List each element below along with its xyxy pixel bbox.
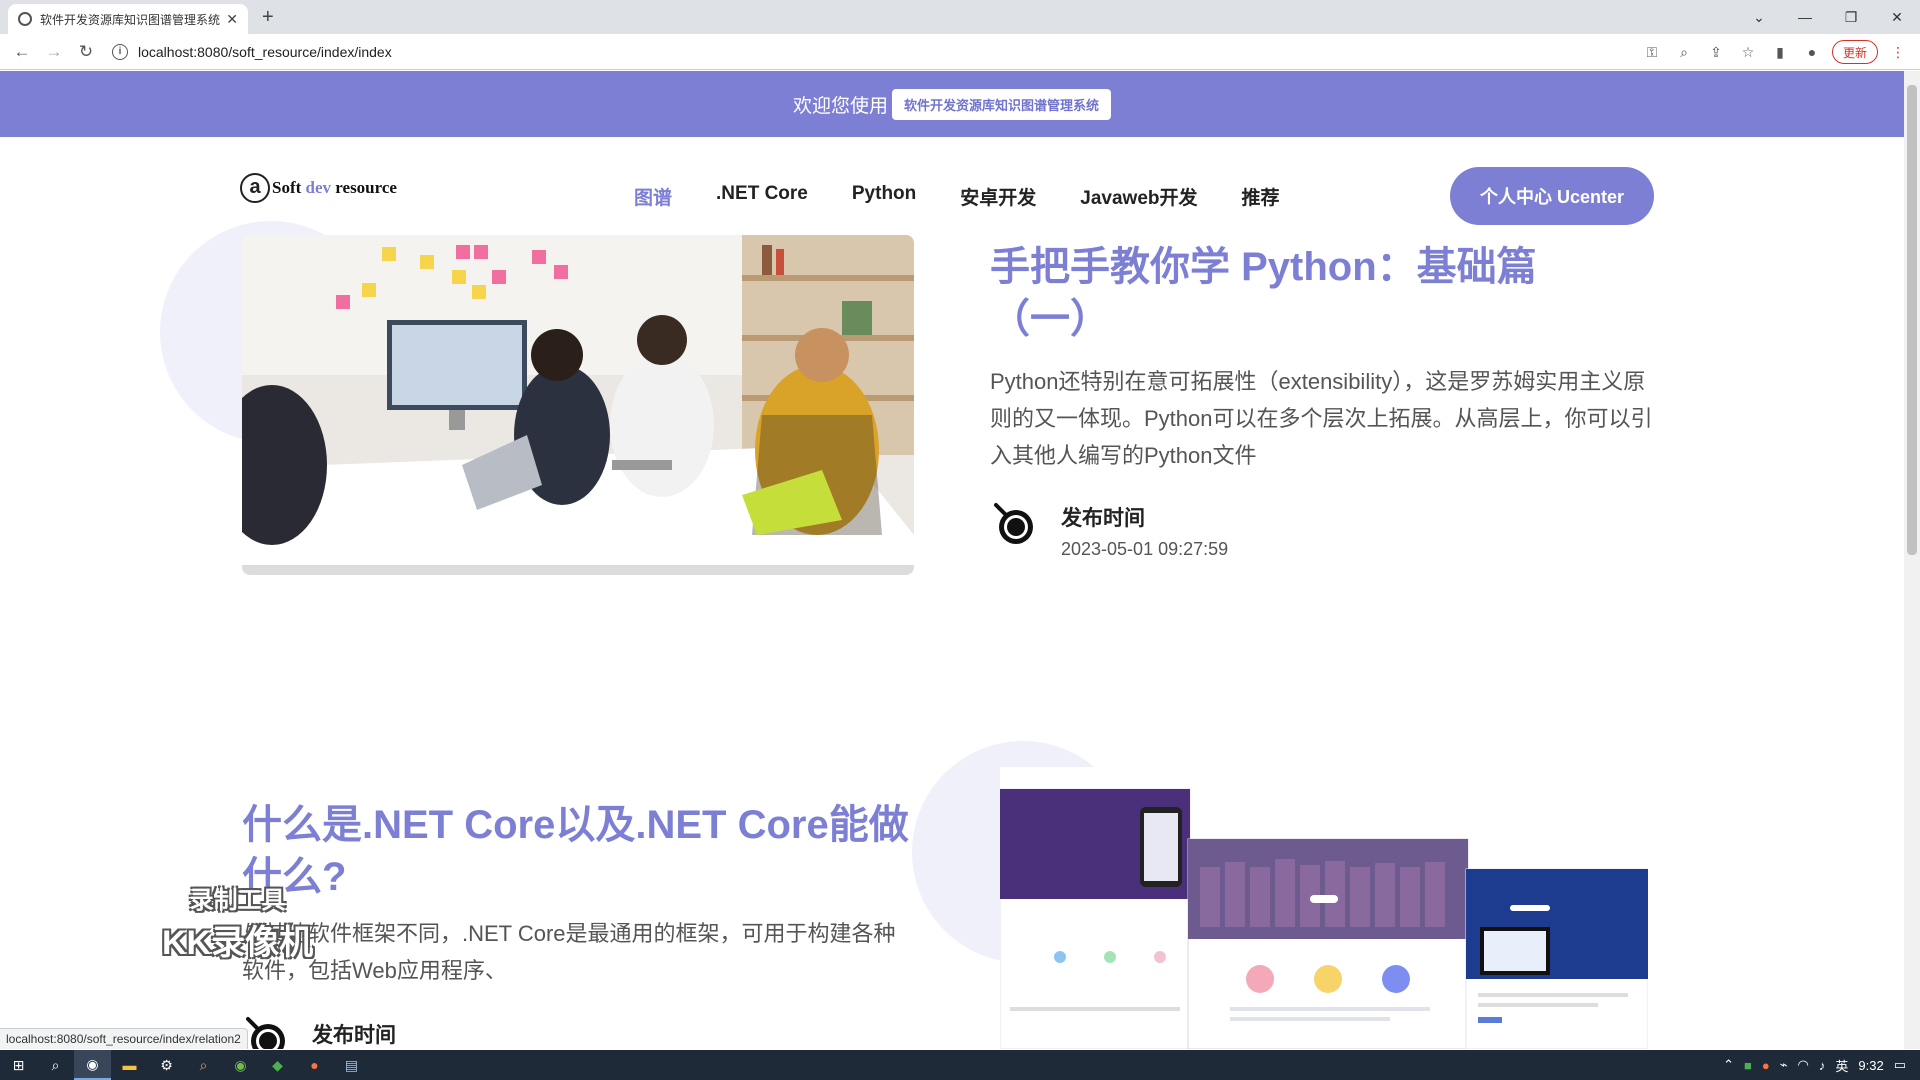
menu-item-graph[interactable]: 图谱 bbox=[634, 183, 672, 210]
page-scrollbar[interactable] bbox=[1904, 71, 1920, 1049]
reload-icon[interactable]: ↻ bbox=[70, 42, 102, 62]
article-image-office[interactable] bbox=[242, 235, 914, 575]
menu-item-recommend[interactable]: 推荐 bbox=[1242, 183, 1280, 210]
settings-app-icon[interactable]: ⚙ bbox=[148, 1050, 185, 1080]
site-navbar: a Soft dev resource 图谱 .NET Core Python … bbox=[0, 137, 1904, 233]
restore-icon[interactable]: ❐ bbox=[1828, 9, 1874, 26]
globe-icon bbox=[18, 12, 32, 26]
article-1-title-line1: 手把手教你学 Python：基础篇 bbox=[990, 245, 1537, 289]
wifi-icon[interactable]: ◠ bbox=[1798, 1057, 1809, 1073]
windows-taskbar: ⊞ ⌕ ◉ ▬ ⚙ ⌕ ◉ ◆ ● ▤ ⌃ ■ ● ⌁ ◠ ♪ 英 9:32 ▭ bbox=[0, 1050, 1920, 1080]
article-1-publish-label: 发布时间 bbox=[1061, 507, 1145, 530]
menu-dots-icon[interactable]: ⋮ bbox=[1886, 44, 1910, 61]
browser-toolbar: ← → ↻ i localhost:8080/soft_resource/ind… bbox=[0, 34, 1920, 70]
scrollbar-thumb[interactable] bbox=[1907, 85, 1917, 555]
welcome-text: 欢迎您使用 bbox=[792, 95, 888, 117]
office-meeting-illustration bbox=[242, 235, 914, 575]
browser-tab-bar: 软件开发资源库知识图谱管理系统 ✕ + ⌄ — ❐ ✕ bbox=[0, 0, 1920, 34]
bookmark-star-icon[interactable]: ☆ bbox=[1736, 44, 1760, 61]
volume-icon[interactable]: ♪ bbox=[1819, 1058, 1826, 1073]
search-app-icon[interactable]: ⌕ bbox=[185, 1050, 222, 1080]
new-tab-icon[interactable]: + bbox=[262, 6, 274, 28]
site-info-icon[interactable]: i bbox=[112, 44, 128, 60]
windows-start-icon[interactable]: ⊞ bbox=[0, 1050, 37, 1080]
logo-resource: resource bbox=[331, 178, 397, 197]
orange-app-icon[interactable]: ● bbox=[296, 1050, 333, 1080]
chrome-app-icon[interactable]: ◉ bbox=[74, 1050, 111, 1080]
file-explorer-icon[interactable]: ▬ bbox=[111, 1050, 148, 1080]
address-bar[interactable]: i localhost:8080/soft_resource/index/ind… bbox=[112, 38, 1632, 66]
status-bar-url: localhost:8080/soft_resource/index/relat… bbox=[0, 1028, 248, 1049]
logo-at-icon: a bbox=[240, 173, 270, 203]
clock-icon bbox=[246, 1017, 285, 1049]
site-logo[interactable]: a Soft dev resource bbox=[240, 173, 397, 203]
toolbar-actions: ⚿ ⌕ ⇪ ☆ ▮ ● 更新 ⋮ bbox=[1640, 39, 1910, 65]
logo-dev: dev bbox=[305, 178, 332, 197]
article-2-title-line1: 什么是.NET Core以及.NET Core能做 bbox=[242, 803, 909, 847]
tab-title: 软件开发资源库知识图谱管理系统 bbox=[40, 12, 221, 27]
zoom-icon[interactable]: ⌕ bbox=[1672, 44, 1696, 61]
forward-icon[interactable]: → bbox=[38, 42, 70, 62]
mockup-right-title: Super, Simple & Secure bbox=[1488, 813, 1573, 822]
tray-record-icon[interactable]: ● bbox=[1762, 1058, 1770, 1073]
browser-app-icon[interactable]: ◉ bbox=[222, 1050, 259, 1080]
article-1-title-line2: （一） bbox=[990, 297, 1110, 341]
network-icon[interactable]: ⌁ bbox=[1780, 1057, 1788, 1073]
green-app-icon[interactable]: ◆ bbox=[259, 1050, 296, 1080]
article-2-title-line2: 什么? bbox=[242, 855, 347, 899]
side-panel-icon[interactable]: ▮ bbox=[1768, 44, 1792, 61]
tray-app-icon[interactable]: ■ bbox=[1744, 1058, 1752, 1073]
notification-icon[interactable]: ▭ bbox=[1894, 1057, 1906, 1073]
back-icon[interactable]: ← bbox=[6, 42, 38, 62]
tab-search-icon[interactable]: ⌄ bbox=[1736, 9, 1782, 26]
clock-icon bbox=[994, 503, 1033, 544]
article-2-title[interactable]: 什么是.NET Core以及.NET Core能做 什么? bbox=[242, 799, 922, 903]
clock[interactable]: 9:32 bbox=[1858, 1058, 1883, 1073]
ucenter-button[interactable]: 个人中心 Ucenter bbox=[1450, 167, 1654, 225]
browser-tab[interactable]: 软件开发资源库知识图谱管理系统 ✕ bbox=[8, 4, 248, 34]
share-icon[interactable]: ⇪ bbox=[1704, 44, 1728, 61]
minimize-icon[interactable]: — bbox=[1782, 9, 1828, 25]
key-icon[interactable]: ⚿ bbox=[1640, 44, 1664, 61]
notepad-app-icon[interactable]: ▤ bbox=[333, 1050, 370, 1080]
watermark-line1: 录制工具 bbox=[189, 887, 286, 914]
menu-item-python[interactable]: Python bbox=[852, 183, 916, 210]
tray-expand-icon[interactable]: ⌃ bbox=[1723, 1057, 1734, 1073]
menu-item-android[interactable]: 安卓开发 bbox=[960, 183, 1036, 210]
recorder-watermark: 录制工具 KK录像机 bbox=[162, 880, 313, 964]
main-menu: 图谱 .NET Core Python 安卓开发 Javaweb开发 推荐 bbox=[634, 183, 1280, 210]
search-icon[interactable]: ⌕ bbox=[37, 1050, 74, 1080]
watermark-line2: KK录像机 bbox=[162, 924, 314, 962]
ime-indicator[interactable]: 英 bbox=[1835, 1056, 1848, 1075]
window-controls: ⌄ — ❐ ✕ bbox=[1736, 0, 1920, 34]
close-tab-icon[interactable]: ✕ bbox=[226, 11, 238, 28]
mockup-hero-text: Hello! We are a digital and marketing co… bbox=[1254, 803, 1386, 822]
system-name-badge: 软件开发资源库知识图谱管理系统 bbox=[892, 88, 1112, 120]
article-2-description: 与其他软件框架不同，.NET Core是最通用的框架，可用于构建各种软件，包括W… bbox=[242, 921, 896, 983]
profile-avatar-icon[interactable]: ● bbox=[1800, 44, 1824, 60]
article-1-title[interactable]: 手把手教你学 Python：基础篇 （一） bbox=[990, 241, 1590, 345]
close-window-icon[interactable]: ✕ bbox=[1874, 9, 1920, 26]
article-1-publish-date: 2023-05-01 09:27:59 bbox=[1061, 539, 1229, 559]
menu-item-netcore[interactable]: .NET Core bbox=[716, 183, 808, 210]
welcome-banner: 欢迎您使用 软件开发资源库知识图谱管理系统 bbox=[0, 71, 1904, 137]
logo-text: Soft dev resource bbox=[272, 178, 397, 198]
logo-soft: Soft bbox=[272, 178, 306, 197]
system-tray: ⌃ ■ ● ⌁ ◠ ♪ 英 9:32 ▭ bbox=[1723, 1050, 1920, 1080]
menu-item-javaweb[interactable]: Javaweb开发 bbox=[1080, 183, 1197, 210]
update-button[interactable]: 更新 bbox=[1831, 40, 1878, 64]
address-url: localhost:8080/soft_resource/index/index bbox=[138, 44, 392, 60]
article-1-description: Python还特别在意可拓展性（extensibility），这是罗苏姆实用主义… bbox=[990, 369, 1653, 468]
article-2-publish-label: 发布时间 bbox=[312, 1024, 396, 1047]
